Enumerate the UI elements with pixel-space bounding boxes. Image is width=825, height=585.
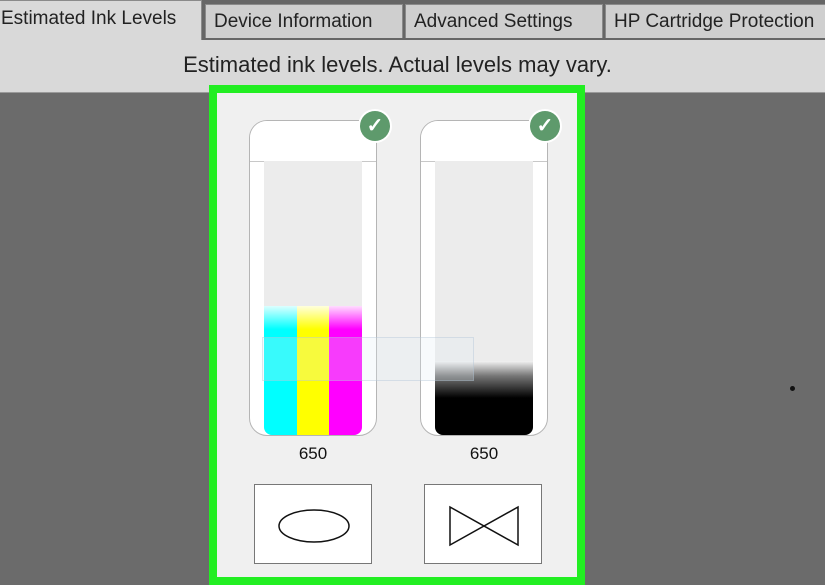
cartridge-cap xyxy=(250,121,376,162)
ink-levels-message: Estimated ink levels. Actual levels may … xyxy=(183,52,612,77)
ellipse-icon xyxy=(278,509,350,543)
ink-tube xyxy=(264,161,362,435)
tri-color-type-button[interactable] xyxy=(254,484,372,564)
ink-tube xyxy=(435,161,533,435)
cartridge-panel: ✓ ✓ 650 650 xyxy=(209,85,585,585)
tri-color-cartridge xyxy=(249,120,377,436)
tab-estimated-ink-levels[interactable]: Estimated Ink Levels xyxy=(0,0,202,40)
overlay-highlight xyxy=(262,337,474,381)
check-icon: ✓ xyxy=(360,111,390,141)
tab-strip: Device Information Advanced Settings HP … xyxy=(0,0,825,40)
black-type-button[interactable] xyxy=(424,484,542,564)
tri-color-model-label: 650 xyxy=(298,444,328,463)
black-cartridge xyxy=(420,120,548,436)
tab-advanced-settings[interactable]: Advanced Settings xyxy=(405,4,603,38)
tab-device-information[interactable]: Device Information xyxy=(205,4,403,38)
check-icon: ✓ xyxy=(530,111,560,141)
bowtie-icon xyxy=(449,505,519,547)
tab-hp-cartridge-protection[interactable]: HP Cartridge Protection xyxy=(605,4,825,38)
stray-dot xyxy=(790,386,795,391)
black-model-label: 650 xyxy=(469,444,499,463)
cartridge-cap xyxy=(421,121,547,162)
